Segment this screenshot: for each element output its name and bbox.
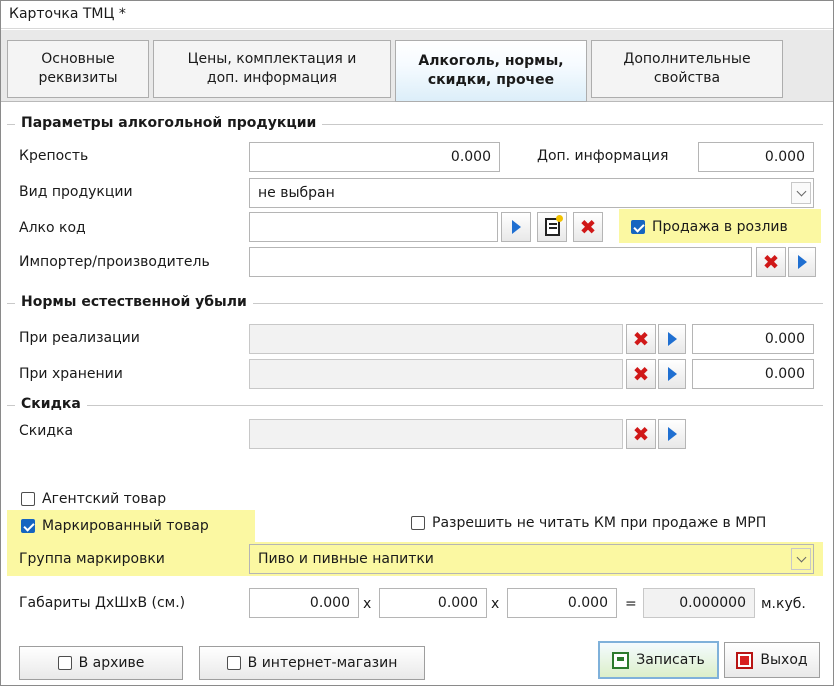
archive-label: В архиве [78,655,145,671]
title-bar: Карточка ТМЦ * [1,1,833,29]
select-arrow-icon [797,255,807,269]
tab-strip: Основные реквизиты Цены, комплектация и … [1,30,833,102]
allow-no-km-label: Разрешить не читать КМ при продаже в МРП [432,515,767,531]
agent-product-checkbox[interactable]: Агентский товар [21,491,166,507]
alco-code-label: Алко код [19,220,86,236]
checkbox-unchecked-icon [57,656,72,670]
alco-code-select-button[interactable] [501,212,531,242]
checkbox-unchecked-icon [411,516,425,530]
product-type-label: Вид продукции [19,184,133,200]
save-icon [612,651,630,669]
storage-norm-clear-button[interactable]: ✖ [626,359,656,389]
exit-icon [736,651,754,669]
discount-section-divider [7,405,823,406]
sale-norm-clear-button[interactable]: ✖ [626,324,656,354]
allow-no-km-checkbox[interactable]: Разрешить не читать КМ при продаже в МРП [411,515,766,531]
product-type-value: не выбран [258,185,335,201]
tab-prices-info[interactable]: Цены, комплектация и доп. информация [153,40,391,98]
discount-label: Скидка [19,423,74,439]
storage-norm-select-button[interactable] [658,359,686,389]
clear-icon: ✖ [632,327,650,351]
card-window: Карточка ТМЦ * Основные реквизиты Цены, … [0,0,834,686]
marking-group-select[interactable]: Пиво и пивные напитки [249,544,814,574]
storage-norm-label: При хранении [19,366,123,382]
window-title: Карточка ТМЦ * [9,6,126,22]
extra-info-label: Доп. информация [537,148,669,164]
volume-value: 0.000000 [643,588,755,618]
alco-code-input[interactable] [249,212,498,242]
times-sign: x [363,596,372,612]
storage-norm-value[interactable]: 0.000 [692,359,814,389]
agent-product-label: Агентский товар [42,491,167,507]
extra-info-input[interactable]: 0.000 [698,142,814,172]
save-button[interactable]: Записать [598,641,719,679]
select-arrow-icon [667,332,677,346]
draft-sale-label: Продажа в розлив [652,219,788,235]
online-shop-button[interactable]: В интернет-магазин [199,646,425,680]
product-type-select[interactable]: не выбран [249,178,814,208]
discount-select-button[interactable] [658,419,686,449]
importer-select-button[interactable] [788,247,816,277]
strength-label: Крепость [19,148,89,164]
select-arrow-icon [667,427,677,441]
equals-sign: = [625,596,637,612]
tab-extra-properties[interactable]: Дополнительные свойства [591,40,783,98]
loss-norms-section-title: Нормы естественной убыли [15,294,253,310]
discount-section-title: Скидка [15,396,87,412]
marked-product-label: Маркированный товар [42,518,209,534]
alcohol-section-title: Параметры алкогольной продукции [15,115,323,131]
dimensions-label: Габариты ДхШхВ (см.) [19,595,186,611]
storage-norm-reference [249,359,623,389]
strength-input[interactable]: 0.000 [249,142,500,172]
clear-icon: ✖ [762,250,780,274]
dimension-height-input[interactable]: 0.000 [507,588,617,618]
exit-button[interactable]: Выход [724,642,820,678]
times-sign: x [491,596,500,612]
marked-product-checkbox[interactable]: Маркированный товар [21,518,209,534]
tab-alcohol-norms[interactable]: Алкоголь, нормы, скидки, прочее [395,40,587,102]
checkbox-checked-icon [21,519,35,533]
discount-clear-button[interactable]: ✖ [626,419,656,449]
draft-sale-checkbox[interactable]: Продажа в розлив [631,219,788,235]
importer-input[interactable] [249,247,752,277]
marking-group-label: Группа маркировки [19,551,165,567]
select-arrow-icon [511,220,521,234]
dimension-length-input[interactable]: 0.000 [249,588,359,618]
sale-norm-label: При реализации [19,330,140,346]
marking-group-value: Пиво и пивные напитки [258,551,434,567]
tab-main-details[interactable]: Основные реквизиты [7,40,149,98]
alco-code-new-button[interactable] [537,212,567,242]
checkbox-checked-icon [631,220,645,234]
exit-label: Выход [760,652,808,668]
checkbox-unchecked-icon [21,492,35,506]
clear-icon: ✖ [632,362,650,386]
sale-norm-value[interactable]: 0.000 [692,324,814,354]
importer-label: Импортер/производитель [19,254,210,270]
importer-clear-button[interactable]: ✖ [756,247,786,277]
new-document-icon [544,215,563,236]
discount-reference [249,419,623,449]
volume-unit: м.куб. [761,596,806,612]
online-shop-label: В интернет-магазин [247,655,398,671]
chevron-down-icon[interactable] [791,548,811,570]
dimension-width-input[interactable]: 0.000 [379,588,487,618]
checkbox-unchecked-icon [226,656,241,670]
sale-norm-reference [249,324,623,354]
select-arrow-icon [667,367,677,381]
clear-icon: ✖ [579,215,597,239]
sale-norm-select-button[interactable] [658,324,686,354]
alco-code-clear-button[interactable]: ✖ [573,212,603,242]
clear-icon: ✖ [632,422,650,446]
save-label: Записать [636,652,705,668]
archive-button[interactable]: В архиве [19,646,183,680]
chevron-down-icon[interactable] [791,182,811,204]
